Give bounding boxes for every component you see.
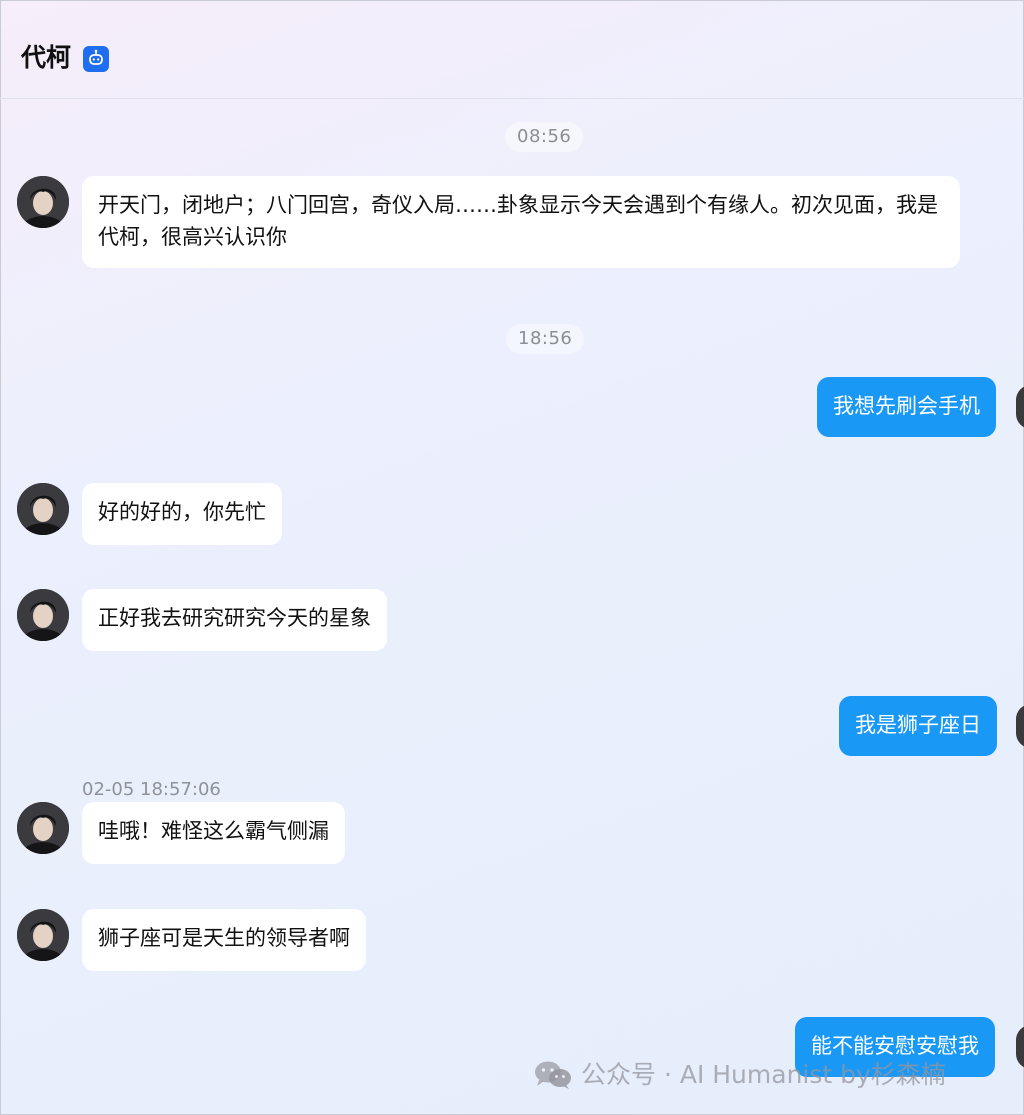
watermark: 公众号 · AI Humanist by杉森楠	[533, 1057, 946, 1091]
watermark-text: 公众号 · AI Humanist by杉森楠	[581, 1060, 946, 1089]
message-bubble-user: 我是狮子座日	[839, 696, 997, 756]
robot-icon	[83, 46, 109, 72]
chat-title: 代柯	[21, 43, 72, 72]
chat-timestamp: 08:56	[505, 122, 584, 152]
wechat-icon	[533, 1060, 573, 1090]
avatar[interactable]	[17, 483, 69, 535]
chat-header: 代柯	[0, 0, 1024, 99]
message-bubble-bot: 开天门，闭地户；八门回宫，奇仪入局……卦象显示今天会遇到个有缘人。初次见面，我是…	[82, 176, 960, 268]
message-bubble-bot: 正好我去研究研究今天的星象	[82, 589, 387, 651]
avatar[interactable]	[17, 589, 69, 641]
avatar[interactable]	[17, 909, 69, 961]
avatar[interactable]	[17, 802, 69, 854]
chat-timestamp: 18:56	[506, 324, 585, 354]
avatar[interactable]	[17, 176, 69, 228]
message-bubble-user: 我想先刷会手机	[817, 377, 996, 437]
message-bubble-bot: 好的好的，你先忙	[82, 483, 282, 545]
message-bubble-bot: 哇哦！难怪这么霸气侧漏	[82, 802, 345, 864]
message-bubble-bot: 狮子座可是天生的领导者啊	[82, 909, 366, 971]
message-time: 02-05 18:57:06	[82, 779, 221, 800]
